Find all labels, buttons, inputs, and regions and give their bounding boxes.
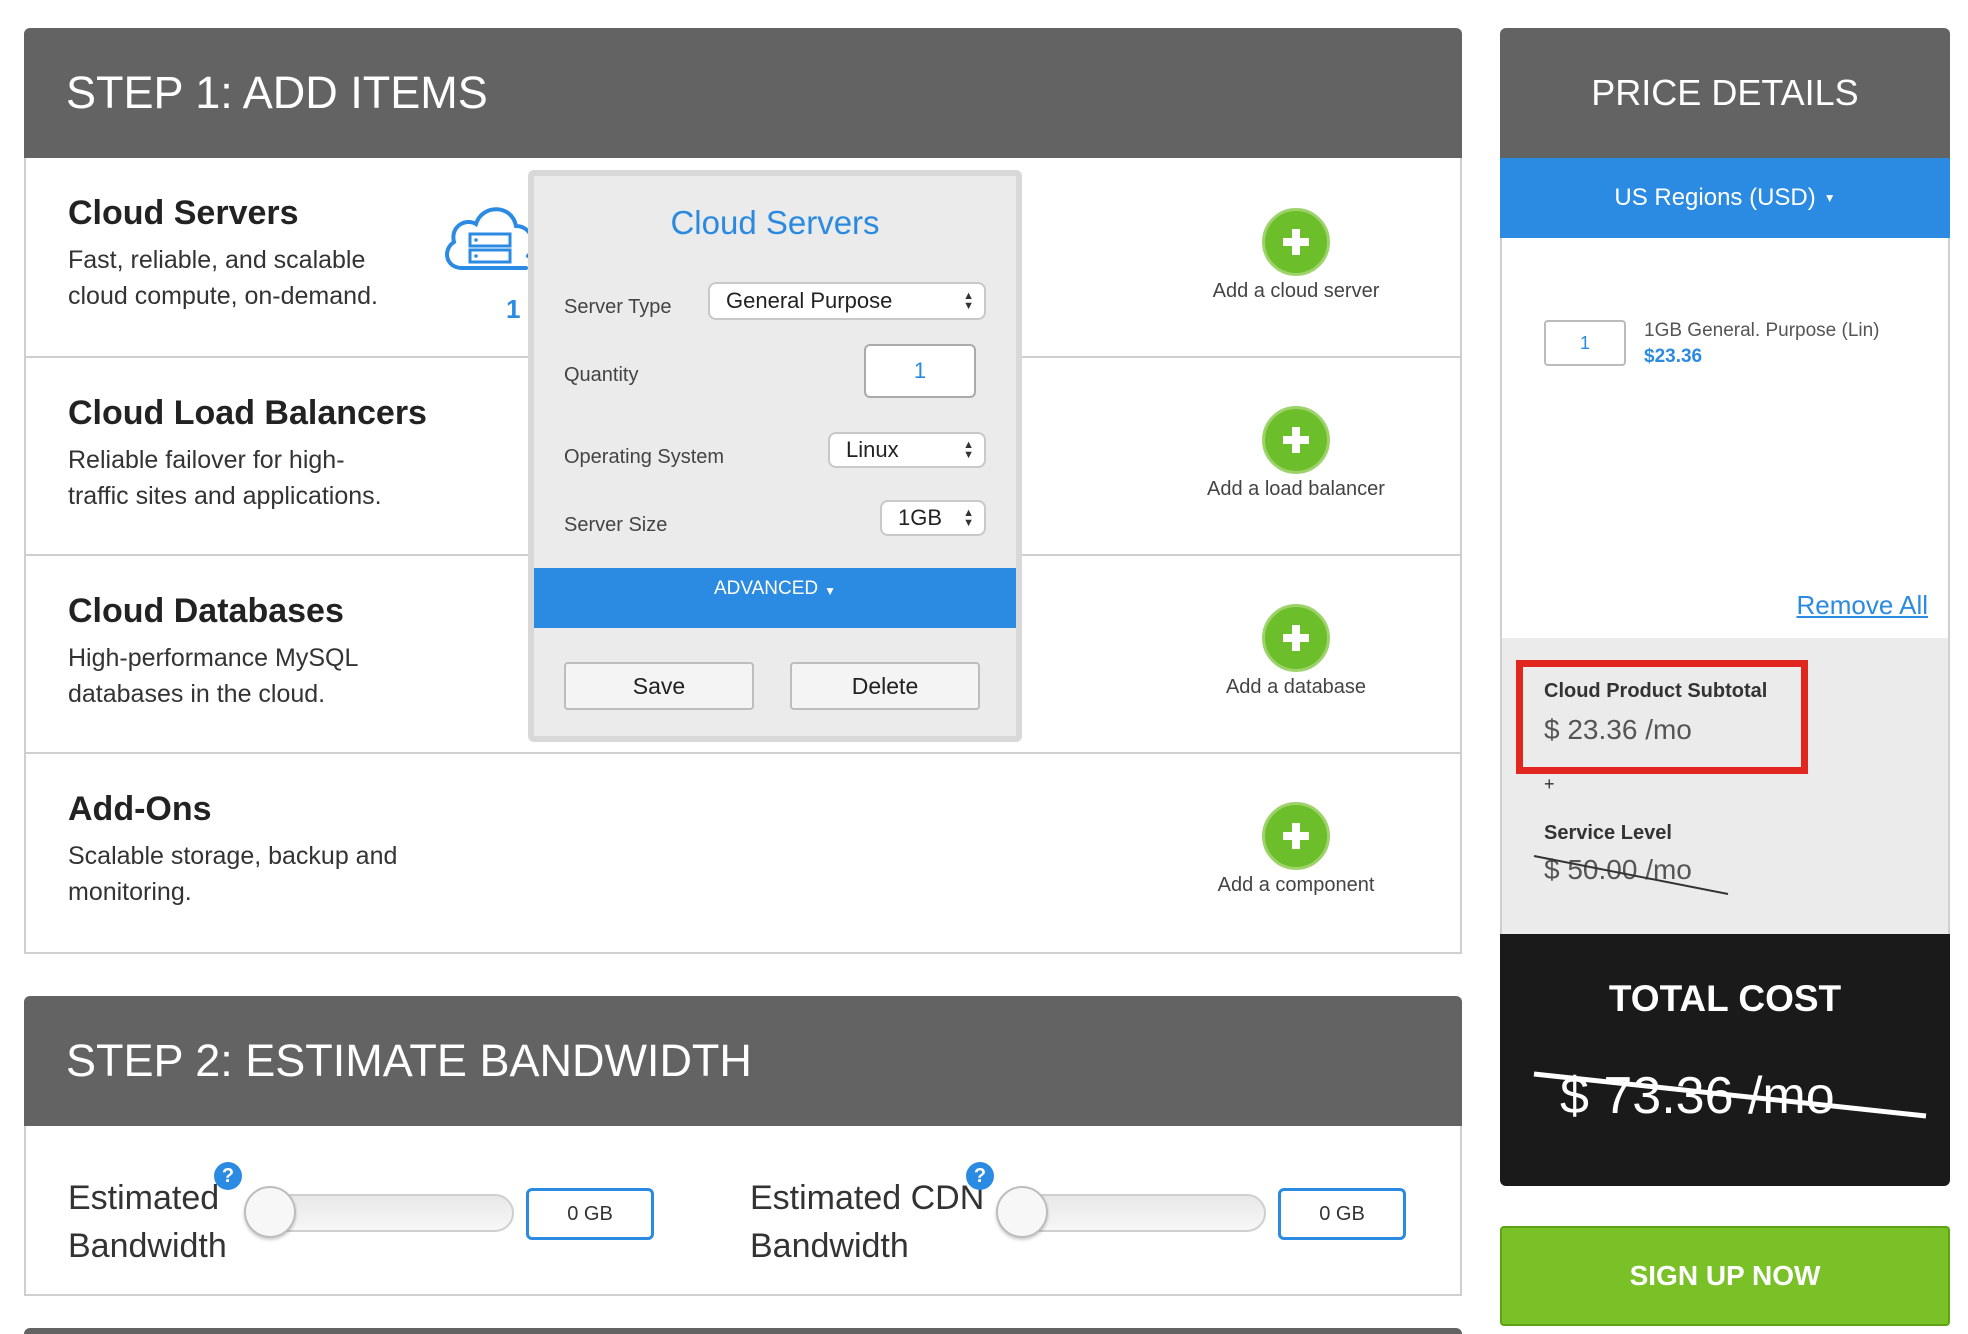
product-title: Cloud Load Balancers bbox=[68, 394, 427, 432]
quantity-input[interactable]: 1 bbox=[864, 344, 976, 398]
advanced-label: ADVANCED bbox=[713, 578, 819, 599]
subtotal-label: Cloud Product Subtotal bbox=[1544, 680, 1768, 702]
subtotal-value: $ 23.36 /mo bbox=[1544, 714, 1692, 745]
price-details-title: PRICE DETAILS bbox=[1591, 72, 1859, 113]
cdn-slider-handle[interactable] bbox=[996, 1186, 1048, 1238]
product-description: Reliable failover for high-traffic sites… bbox=[68, 446, 382, 510]
cloud-server-icon[interactable] bbox=[440, 196, 540, 276]
bandwidth-help-icon[interactable]: ? bbox=[214, 1162, 242, 1190]
quantity-value: 1 bbox=[913, 358, 927, 383]
plus-icon bbox=[1283, 823, 1309, 849]
select-arrows-icon: ▲ ▼ bbox=[963, 439, 974, 461]
plus-icon bbox=[1283, 229, 1309, 255]
price-summary-panel: Cloud Product Subtotal $ 23.36 /mo + Ser… bbox=[1500, 638, 1950, 934]
server-size-value: 1GB bbox=[898, 505, 943, 530]
plus-icon bbox=[1283, 427, 1309, 453]
total-strikethrough bbox=[1533, 1071, 1927, 1119]
cdn-bandwidth-value-field[interactable]: 0 GB bbox=[1278, 1188, 1406, 1240]
server-size-select[interactable]: 1GB ▲ ▼ bbox=[880, 500, 986, 536]
quantity-label: Quantity bbox=[564, 364, 639, 386]
price-items-panel: 1 1GB General. Purpose (Lin) $23.36 Remo… bbox=[1500, 238, 1950, 638]
bandwidth-slider-handle[interactable] bbox=[244, 1186, 296, 1238]
select-arrows-icon: ▲ ▼ bbox=[963, 507, 974, 529]
plus-icon bbox=[1283, 625, 1309, 651]
os-label: Operating System bbox=[564, 446, 725, 468]
step1-header: STEP 1: ADD ITEMS bbox=[24, 28, 1462, 158]
delete-button[interactable]: Delete bbox=[790, 662, 980, 710]
sign-up-label: SIGN UP NOW bbox=[1629, 1260, 1821, 1291]
product-title: Cloud Servers bbox=[68, 194, 299, 232]
region-selector[interactable]: US Regions (USD) ▼ bbox=[1500, 158, 1950, 238]
add-component-label[interactable]: Add a component bbox=[1176, 874, 1416, 897]
item-price: $23.36 bbox=[1644, 346, 1703, 367]
service-level-label: Service Level bbox=[1544, 822, 1672, 844]
price-details-header: PRICE DETAILS bbox=[1500, 28, 1950, 158]
bandwidth-label-line1: Estimated bbox=[68, 1179, 220, 1217]
select-arrows-icon: ▲ ▼ bbox=[963, 290, 974, 312]
add-cloud-server-label[interactable]: Add a cloud server bbox=[1176, 280, 1416, 303]
total-cost-label: TOTAL COST bbox=[1608, 978, 1842, 1019]
add-database-label[interactable]: Add a database bbox=[1176, 676, 1416, 699]
cdn-help-icon[interactable]: ? bbox=[966, 1162, 994, 1190]
cdn-bandwidth-value: 0 GB bbox=[1319, 1202, 1365, 1225]
add-cloud-server-button[interactable] bbox=[1262, 208, 1330, 276]
save-button[interactable]: Save bbox=[564, 662, 754, 710]
popup-title: Cloud Servers bbox=[670, 204, 880, 241]
product-description: Fast, reliable, and scalable cloud compu… bbox=[68, 246, 378, 310]
caret-down-icon: ▼ bbox=[1823, 191, 1836, 205]
step2-body: Estimated Bandwidth ? 0 GB Estimated CDN… bbox=[24, 1126, 1462, 1296]
bandwidth-value-field[interactable]: 0 GB bbox=[526, 1188, 654, 1240]
region-value: US Regions (USD) bbox=[1614, 184, 1816, 211]
service-strikethrough bbox=[1533, 855, 1729, 895]
remove-all-link[interactable]: Remove All bbox=[1797, 590, 1929, 621]
add-load-balancer-button[interactable] bbox=[1262, 406, 1330, 474]
product-title: Cloud Databases bbox=[68, 592, 344, 630]
cloud-servers-config-popup: Cloud Servers Server Type General Purpos… bbox=[528, 170, 1022, 742]
server-size-label: Server Size bbox=[564, 514, 668, 536]
server-type-select[interactable]: General Purpose ▲ ▼ bbox=[708, 282, 986, 320]
bandwidth-label-line2: Bandwidth bbox=[68, 1227, 227, 1265]
total-cost-panel: TOTAL COST $ 73.36 /mo bbox=[1500, 934, 1950, 1186]
item-qty-value: 1 bbox=[1579, 332, 1590, 353]
add-load-balancer-label[interactable]: Add a load balancer bbox=[1176, 478, 1416, 501]
sign-up-now-button[interactable]: SIGN UP NOW bbox=[1500, 1226, 1950, 1326]
step1-title: STEP 1: ADD ITEMS bbox=[66, 67, 488, 118]
item-qty-input[interactable]: 1 bbox=[1544, 320, 1626, 366]
plus-sign: + bbox=[1544, 774, 1555, 794]
bandwidth-label: Estimated Bandwidth bbox=[68, 1174, 227, 1270]
cloud-server-count: 1 bbox=[506, 294, 521, 324]
add-component-button[interactable] bbox=[1262, 802, 1330, 870]
product-row-addons: Add-Ons Scalable storage, backup and mon… bbox=[26, 754, 1460, 954]
server-type-label: Server Type bbox=[564, 296, 672, 318]
step2-title: STEP 2: ESTIMATE BANDWIDTH bbox=[66, 1035, 752, 1086]
add-database-button[interactable] bbox=[1262, 604, 1330, 672]
step2-header: STEP 2: ESTIMATE BANDWIDTH bbox=[24, 996, 1462, 1126]
step3-header-edge bbox=[24, 1328, 1462, 1334]
cdn-label-line1: Estimated CDN bbox=[750, 1179, 985, 1217]
product-title: Add-Ons bbox=[68, 790, 212, 828]
os-select[interactable]: Linux ▲ ▼ bbox=[828, 432, 986, 468]
bandwidth-value: 0 GB bbox=[567, 1202, 613, 1225]
cdn-label-line2: Bandwidth bbox=[750, 1227, 909, 1265]
server-type-value: General Purpose bbox=[726, 288, 893, 313]
cdn-bandwidth-label: Estimated CDN Bandwidth bbox=[750, 1174, 984, 1270]
os-value: Linux bbox=[846, 437, 899, 462]
advanced-toggle[interactable]: ADVANCED ▼ bbox=[534, 568, 1016, 628]
product-description: Scalable storage, backup and monitoring. bbox=[68, 842, 398, 906]
caret-down-icon: ▼ bbox=[824, 584, 837, 598]
item-name: 1GB General. Purpose (Lin) bbox=[1644, 320, 1880, 341]
product-description: High-performance MySQL databases in the … bbox=[68, 644, 358, 708]
